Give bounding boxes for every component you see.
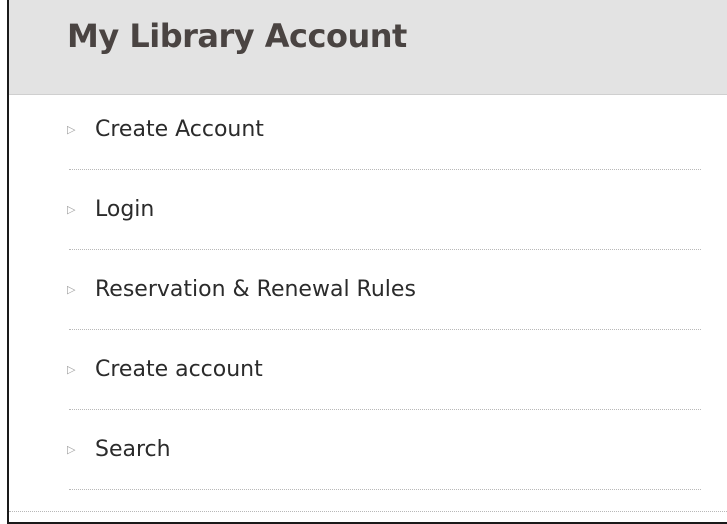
library-account-panel: My Library Account ▷ Create Account ▷ Lo… bbox=[7, 0, 727, 524]
menu-item-login: ▷ Login bbox=[9, 175, 727, 255]
triangle-right-icon: ▷ bbox=[67, 123, 76, 136]
menu-item-create-account-2: ▷ Create account bbox=[9, 335, 727, 415]
search-link[interactable]: ▷ Search bbox=[67, 433, 171, 467]
panel-header: My Library Account bbox=[9, 0, 727, 95]
reservation-renewal-rules-link[interactable]: ▷ Reservation & Renewal Rules bbox=[67, 273, 416, 307]
menu-item-label: Create Account bbox=[95, 117, 264, 142]
menu-item-reservation-renewal-rules: ▷ Reservation & Renewal Rules bbox=[9, 255, 727, 335]
menu-item-label: Login bbox=[95, 197, 155, 222]
menu-item-search: ▷ Search bbox=[9, 415, 727, 495]
account-menu: ▷ Create Account ▷ Login ▷ Reservation &… bbox=[9, 95, 727, 495]
triangle-right-icon: ▷ bbox=[67, 443, 76, 456]
create-account-link[interactable]: ▷ Create Account bbox=[67, 113, 264, 147]
triangle-right-icon: ▷ bbox=[67, 203, 76, 216]
triangle-right-icon: ▷ bbox=[67, 363, 76, 376]
menu-item-label: Search bbox=[95, 437, 171, 462]
panel-title: My Library Account bbox=[67, 17, 407, 55]
menu-item-label: Reservation & Renewal Rules bbox=[95, 277, 416, 302]
bottom-divider bbox=[9, 511, 727, 512]
menu-item-create-account: ▷ Create Account bbox=[9, 95, 727, 175]
triangle-right-icon: ▷ bbox=[67, 283, 76, 296]
login-link[interactable]: ▷ Login bbox=[67, 193, 154, 227]
menu-item-label: Create account bbox=[95, 357, 263, 382]
create-account-link-2[interactable]: ▷ Create account bbox=[67, 353, 263, 387]
